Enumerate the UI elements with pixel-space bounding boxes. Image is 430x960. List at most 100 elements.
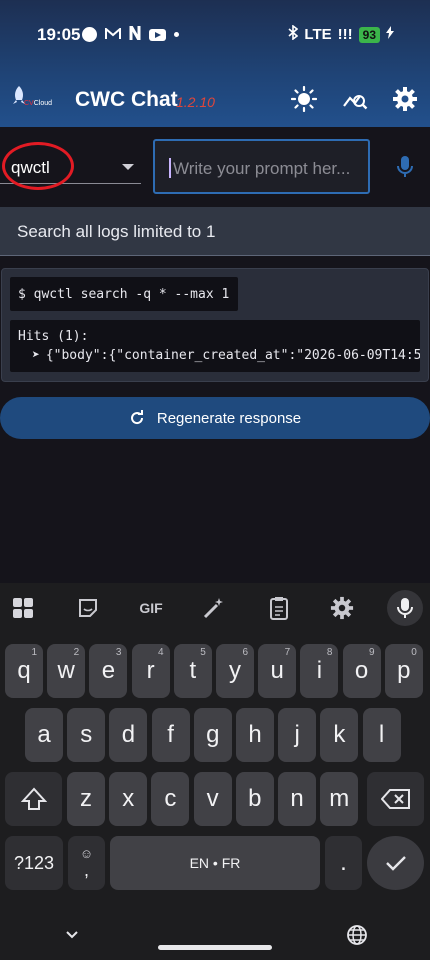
key-hint: 0 [411,647,417,658]
key-label: o [354,657,369,684]
key-n[interactable]: n [278,772,316,826]
key-label: t [189,657,197,684]
chevron-down-icon [122,164,134,170]
key-s[interactable]: s [67,708,106,762]
netflix-icon [129,25,141,43]
symbols-key[interactable]: ?123 [5,836,63,890]
key-label: i [316,657,323,684]
gmail-icon [105,26,121,43]
enter-key[interactable] [367,836,424,890]
key-a[interactable]: a [25,708,63,762]
key-label: z [80,785,92,812]
key-label: k [333,721,346,748]
key-hint: 1 [31,647,37,658]
key-label: p [397,657,411,684]
logo-text: Cloud [33,100,53,107]
check-icon [385,856,406,871]
key-k[interactable]: k [320,708,359,762]
output-line-1: Hits (1): [18,329,89,344]
app-bar: CVCloud CWC Chat 1.2.10 [0,70,430,127]
network-type: LTE [304,26,332,43]
key-i[interactable]: i8 [300,644,339,698]
prompt-input[interactable]: Write your prompt her... [153,139,370,194]
key-label: d [121,721,136,748]
key-label: e [101,657,116,684]
prompt-placeholder: Write your prompt her... [173,159,351,178]
sticker-icon[interactable] [75,595,101,621]
signal-icon: !!! [337,26,353,43]
key-l[interactable]: l [362,708,401,762]
key-label: v [206,785,219,812]
gif-button[interactable]: GIF [136,595,166,621]
regenerate-label: Regenerate response [156,409,302,427]
space-key[interactable]: EN • FR [110,836,320,890]
key-v[interactable]: v [193,772,232,826]
mic-icon[interactable] [395,154,415,180]
theme-sun-icon[interactable] [290,85,318,113]
globe-icon[interactable] [346,924,368,946]
backspace-key[interactable] [367,772,424,826]
key-label: y [229,657,241,684]
magic-wand-icon[interactable] [201,595,227,621]
suggestion-item[interactable]: Search all logs limited to 1 [0,207,430,256]
key-b[interactable]: b [235,772,274,826]
comma-label: , [83,860,89,880]
analytics-icon[interactable] [342,86,368,112]
key-z[interactable]: z [67,772,105,826]
key-label: u [270,657,284,684]
emoji-comma-key[interactable]: ☺ , [68,836,105,890]
output-line-2: {"body":{"container_created_at":"2026-06… [45,348,420,363]
status-notification-icons [82,25,179,43]
key-hint: 3 [115,647,122,658]
key-hint: 5 [200,647,206,658]
dot-icon [174,32,179,37]
cvcloud-logo: CVCloud [8,86,53,112]
key-label: a [37,721,51,748]
key-label: q [17,657,31,684]
apps-grid-icon[interactable] [10,595,36,621]
key-hint: 6 [242,647,248,658]
key-m[interactable]: m [320,772,359,826]
key-h[interactable]: h [236,708,274,762]
period-key[interactable]: . [325,836,362,890]
key-label: n [290,785,304,812]
navigation-bar [0,910,430,960]
key-u[interactable]: u7 [258,644,297,698]
key-j[interactable]: j [278,708,317,762]
key-x[interactable]: x [109,772,148,826]
status-bar: 19:05 LTE !!! 93 [0,0,430,70]
backspace-icon [380,789,410,809]
key-q[interactable]: q1 [5,644,43,698]
shift-key[interactable] [5,772,62,826]
key-p[interactable]: p0 [384,644,423,698]
key-e[interactable]: e3 [89,644,128,698]
key-t[interactable]: t5 [173,644,212,698]
key-label: f [167,721,174,748]
key-g[interactable]: g [193,708,232,762]
key-label: c [164,785,177,812]
key-d[interactable]: d [109,708,148,762]
chevron-down-icon[interactable] [64,926,80,942]
keyboard-mic-icon[interactable] [387,590,423,626]
key-hint: 2 [73,647,80,658]
key-hint: 7 [284,647,291,658]
rocket-icon [11,86,27,111]
bluetooth-icon [288,24,299,44]
key-hint: 4 [158,647,164,658]
key-c[interactable]: c [151,772,190,826]
clipboard-icon[interactable] [266,595,292,621]
key-o[interactable]: o9 [342,644,381,698]
key-r[interactable]: r4 [131,644,170,698]
regenerate-button[interactable]: Regenerate response [0,397,430,439]
highlight-circle [2,142,74,190]
key-label: s [80,721,93,748]
key-f[interactable]: f [151,708,190,762]
key-label: l [378,721,385,748]
key-w[interactable]: w2 [47,644,86,698]
key-label: m [329,785,350,812]
key-y[interactable]: y6 [216,644,254,698]
keyboard-settings-icon[interactable] [329,595,355,621]
home-gesture-pill[interactable] [158,945,272,950]
key-label: b [248,785,262,812]
settings-gear-icon[interactable] [392,86,418,112]
